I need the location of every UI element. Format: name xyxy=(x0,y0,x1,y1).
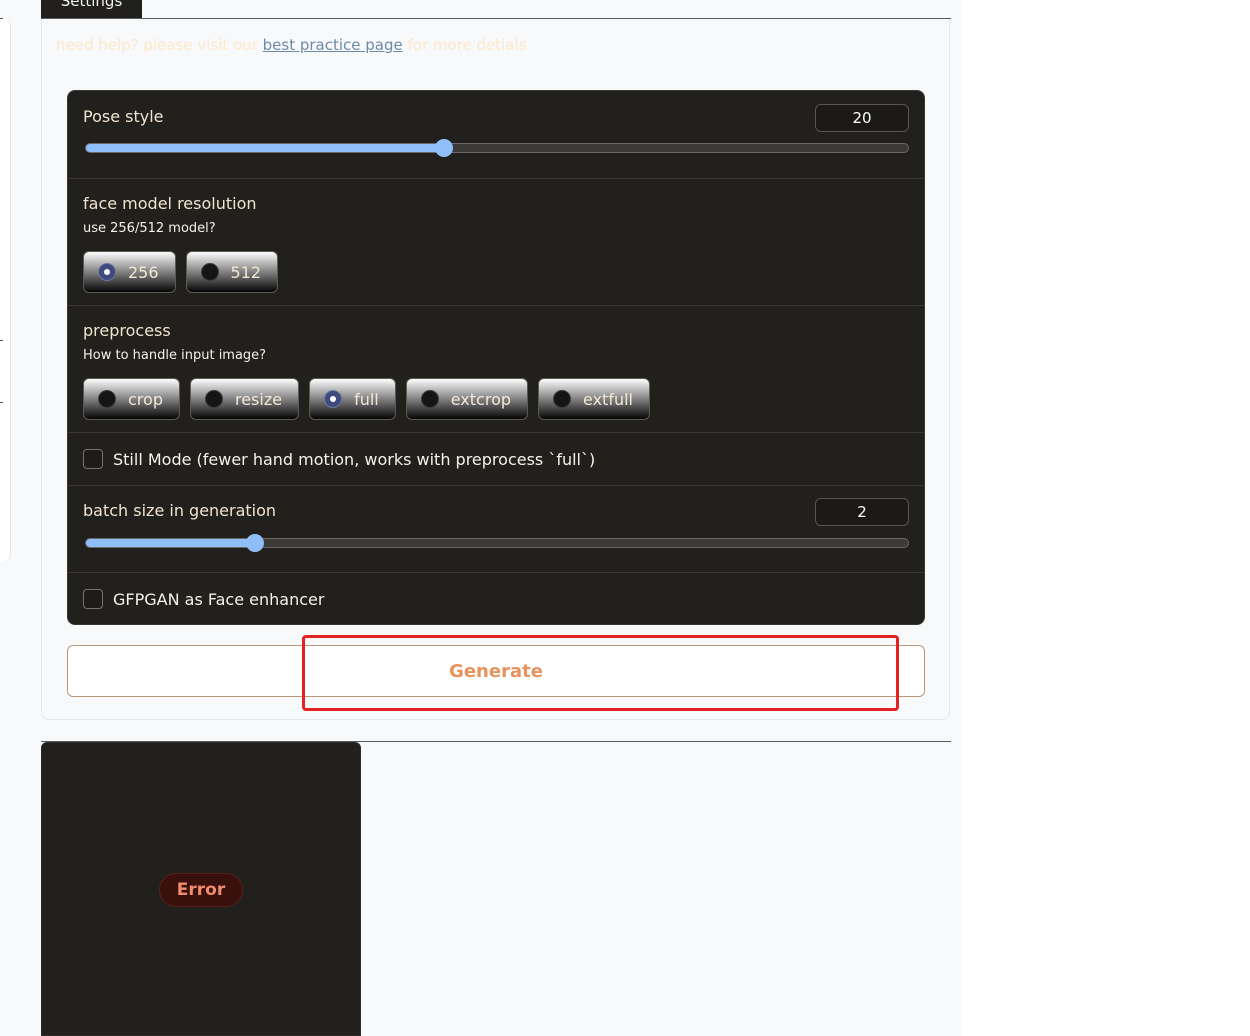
tab-strip: Settings xyxy=(41,0,951,19)
error-badge-label: Error xyxy=(176,880,226,900)
preprocess-option-label: extfull xyxy=(583,389,633,409)
rail-notch xyxy=(0,18,3,19)
pose-style-slider-thumb[interactable] xyxy=(435,139,454,157)
preprocess-option-resize[interactable]: resize xyxy=(189,378,300,420)
radio-selected-icon[interactable] xyxy=(98,263,116,281)
batch-size-block: batch size in generation 2 xyxy=(68,485,924,573)
batch-size-slider-fill xyxy=(86,539,256,547)
preprocess-label: preprocess xyxy=(83,321,171,340)
settings-form: Pose style 20 face model resolution use … xyxy=(67,90,925,625)
tab-settings[interactable]: Settings xyxy=(41,0,142,18)
best-practice-link[interactable]: best practice page xyxy=(263,36,403,54)
highlight-annotation-box xyxy=(302,635,899,711)
help-text: need help? please visit our best practic… xyxy=(56,36,527,54)
preprocess-block: preprocess How to handle input image? cr… xyxy=(68,305,924,433)
batch-size-number-input[interactable]: 2 xyxy=(815,498,909,526)
preprocess-option-label: crop xyxy=(128,389,163,409)
still-mode-label: Still Mode (fewer hand motion, works wit… xyxy=(113,449,596,469)
gfpgan-block: GFPGAN as Face enhancer xyxy=(68,572,924,624)
still-mode-block: Still Mode (fewer hand motion, works wit… xyxy=(68,432,924,486)
pose-style-slider-fill xyxy=(86,144,445,152)
pose-style-number-input[interactable]: 20 xyxy=(815,104,909,132)
still-mode-checkbox[interactable] xyxy=(83,449,103,469)
error-badge: Error xyxy=(159,873,243,907)
face-model-block: face model resolution use 256/512 model?… xyxy=(68,178,924,306)
preprocess-option-extfull[interactable]: extfull xyxy=(538,378,650,420)
preprocess-hint: How to handle input image? xyxy=(83,348,267,363)
output-video-panel: Error xyxy=(41,742,361,1036)
rail-notch xyxy=(0,340,3,341)
gfpgan-checkbox[interactable] xyxy=(83,589,103,609)
pose-style-label: Pose style xyxy=(83,107,164,126)
preprocess-option-full[interactable]: full xyxy=(309,378,396,420)
radio-unselected-icon[interactable] xyxy=(98,390,116,408)
preprocess-radio-group: crop resize full extcrop extfull xyxy=(83,378,660,420)
preprocess-option-label: resize xyxy=(234,389,283,409)
pose-style-slider[interactable] xyxy=(85,139,909,157)
preprocess-option-label: extcrop xyxy=(450,389,512,409)
pose-style-block: Pose style 20 xyxy=(68,91,924,179)
batch-size-slider[interactable] xyxy=(85,534,909,552)
face-model-hint: use 256/512 model? xyxy=(83,221,216,236)
face-model-radio-group: 256 512 xyxy=(83,251,288,293)
preprocess-option-label: full xyxy=(354,389,379,409)
radio-unselected-icon[interactable] xyxy=(553,390,572,408)
batch-size-label: batch size in generation xyxy=(83,501,277,520)
face-model-option-256[interactable]: 256 xyxy=(83,251,176,293)
tab-settings-label: Settings xyxy=(60,0,123,10)
rail-notch xyxy=(0,402,3,403)
batch-size-slider-thumb[interactable] xyxy=(246,534,265,552)
preprocess-option-extcrop[interactable]: extcrop xyxy=(405,378,529,420)
gfpgan-label: GFPGAN as Face enhancer xyxy=(113,589,325,609)
preprocess-option-crop[interactable]: crop xyxy=(83,378,180,420)
radio-selected-icon[interactable] xyxy=(324,390,343,408)
face-model-label: face model resolution xyxy=(83,194,257,213)
face-model-option-512[interactable]: 512 xyxy=(185,251,279,293)
radio-unselected-icon[interactable] xyxy=(420,390,439,408)
help-suffix: for more detials xyxy=(407,36,527,54)
help-prefix: need help? please visit our xyxy=(56,36,258,54)
face-model-option-label: 256 xyxy=(128,262,159,282)
radio-unselected-icon[interactable] xyxy=(204,390,223,408)
gfpgan-option[interactable]: GFPGAN as Face enhancer xyxy=(83,589,324,609)
left-sidebar-edge xyxy=(0,18,11,562)
face-model-option-label: 512 xyxy=(230,262,262,282)
radio-unselected-icon[interactable] xyxy=(200,263,219,281)
still-mode-option[interactable]: Still Mode (fewer hand motion, works wit… xyxy=(83,449,595,469)
